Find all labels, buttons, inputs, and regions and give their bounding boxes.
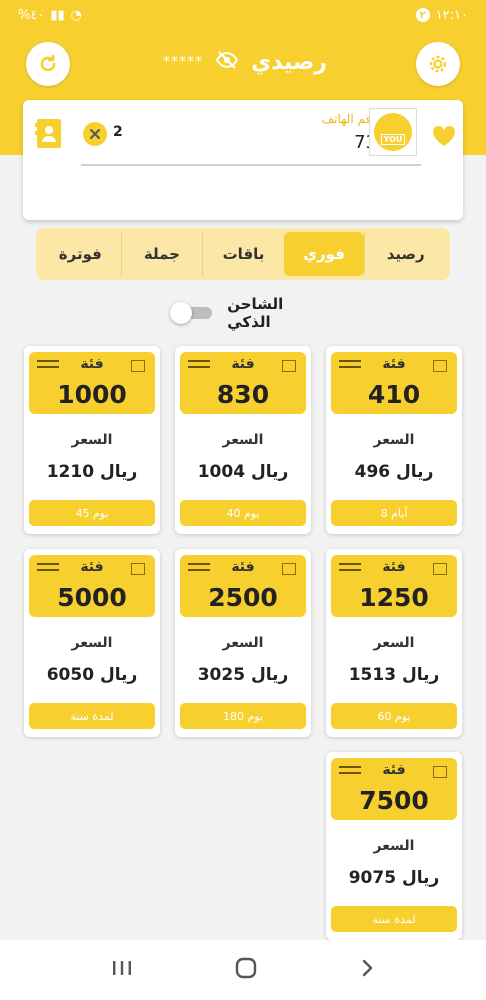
tab-wholesale[interactable]: جملة [120,232,203,276]
home-icon[interactable] [235,957,257,983]
offer-validity: 40 يوم [180,500,306,526]
offer-validity: لمدة سنة [331,906,457,932]
offer-price-label: السعر [71,635,113,651]
operator-logo-badge: YOU [374,113,412,151]
offer-header: فئة 410 [331,352,457,414]
balance-header: ***** رصيدي [150,44,340,80]
smart-charger-row: الشاحن الذكي [170,295,330,331]
offer-card[interactable]: فئة 1000 السعر 1210 ريال 45 يوم [24,346,160,534]
offer-card[interactable]: فئة 830 السعر 1004 ريال 40 يوم [175,346,311,534]
eye-off-icon[interactable] [215,50,239,74]
offer-price-label: السعر [71,432,113,448]
offer-validity: 60 يوم [331,703,457,729]
offer-header: فئة 830 [180,352,306,414]
offer-validity: 45 يوم [29,500,155,526]
offer-card[interactable]: فئة 410 السعر 496 ريال 8 أيام [326,346,462,534]
offer-value: 2500 [208,583,278,612]
offer-card[interactable]: فئة 1250 السعر 1513 ريال 60 يوم [326,549,462,737]
smart-charger-label: الشاحن الذكي [227,295,284,331]
offer-price: 1513 ريال [348,665,440,685]
wifi-icon: ◔ [70,7,82,23]
offer-group-label: فئة [80,356,104,372]
offer-group-label: فئة [382,559,406,575]
offer-value: 410 [367,380,421,409]
operator-logo-text: YOU [380,134,406,145]
masked-balance: ***** [163,54,204,70]
offer-price-label: السعر [222,635,264,651]
offer-validity: لمدة سنة [29,703,155,729]
offer-validity: 8 أيام [331,500,457,526]
offer-value: 830 [216,380,270,409]
battery-text: %٤٠ [18,7,45,23]
offer-value: 1000 [57,380,127,409]
offer-value: 5000 [57,583,127,612]
offer-card[interactable]: فئة 5000 السعر 6050 ريال لمدة سنة [24,549,160,737]
settings-button[interactable] [416,42,460,86]
back-chevron-icon[interactable] [359,958,375,982]
status-bar: %٤٠ ▮▮ ◔ ٢ ١٢:١٠ [0,0,486,30]
gear-icon [429,55,447,73]
contacts-button[interactable] [35,116,63,150]
notification-badge: ٢ [415,8,430,22]
offer-value: 1250 [359,583,429,612]
heart-icon [432,125,456,146]
tab-packages[interactable]: باقات [202,232,284,276]
offer-price: 1004 ريال [197,462,289,482]
offer-header: فئة 1000 [29,352,155,414]
tab-instant[interactable]: فوري [283,232,365,276]
offer-group-label: فئة [231,356,255,372]
offer-group-label: فئة [382,356,406,372]
entry-count: 2 [113,124,123,140]
account-card: 2 رقم الهاتف 73 YOU [23,100,463,220]
offer-price-label: السعر [373,635,415,651]
smart-charger-toggle[interactable] [170,302,213,324]
offer-header: فئة 7500 [331,758,457,820]
offer-price: 9075 ريال [348,868,440,888]
contact-card-icon [35,119,61,148]
phone-underline [81,164,421,166]
offer-header: فئة 2500 [180,555,306,617]
offer-header: فئة 1250 [331,555,457,617]
offer-validity: 180 يوم [180,703,306,729]
offer-header: فئة 5000 [29,555,155,617]
offer-group-label: فئة [382,762,406,778]
offer-group-label: فئة [80,559,104,575]
close-icon [90,129,100,139]
offer-price: 6050 ريال [46,665,138,685]
status-time: ١٢:١٠ [435,7,468,23]
offer-price: 3025 ريال [197,665,289,685]
offer-price-label: السعر [373,838,415,854]
offer-price: 1210 ريال [46,462,138,482]
tab-billing[interactable]: فوترة [40,232,121,276]
recent-apps-icon[interactable] [111,959,133,981]
refresh-button[interactable] [26,42,70,86]
offer-price: 496 ريال [354,462,434,482]
tab-balance[interactable]: رصيد [364,232,446,276]
signal-icon: ▮▮ [50,7,65,23]
offer-price-label: السعر [373,432,415,448]
clear-button[interactable] [83,122,107,146]
offer-price-label: السعر [222,432,264,448]
operator-logo[interactable]: YOU [369,108,417,156]
status-left: %٤٠ ▮▮ ◔ [18,8,82,23]
offer-group-label: فئة [231,559,255,575]
refresh-icon [40,54,56,72]
offer-value: 7500 [359,786,429,815]
category-tabs: رصيد فوري باقات جملة فوترة [36,228,450,280]
offer-card[interactable]: فئة 2500 السعر 3025 ريال 180 يوم [175,549,311,737]
offer-card[interactable]: فئة 7500 السعر 9075 ريال لمدة سنة [326,752,462,940]
page-title: رصيدي [251,49,327,75]
toggle-knob [170,302,192,324]
status-right: ٢ ١٢:١٠ [415,7,468,23]
system-nav-bar [0,940,486,1000]
favorite-button[interactable] [431,124,457,148]
